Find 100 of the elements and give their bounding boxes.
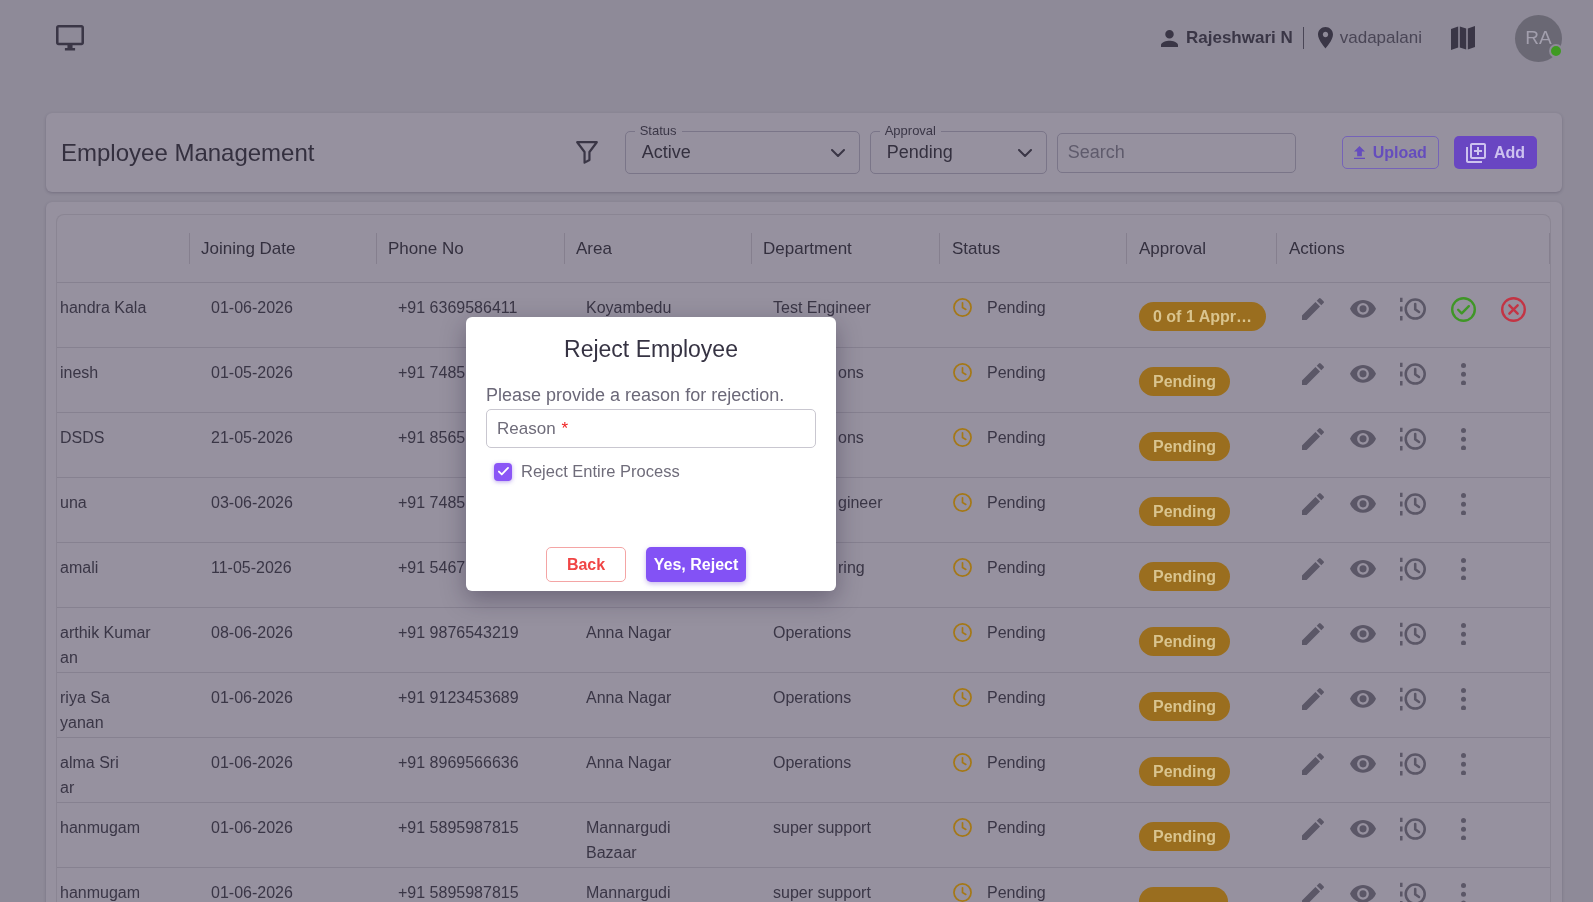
history-icon[interactable] [1400, 556, 1426, 582]
kebab-menu-icon[interactable] [1460, 687, 1466, 711]
eye-icon[interactable] [1350, 755, 1376, 773]
history-icon[interactable] [1400, 881, 1426, 902]
clock-icon [953, 363, 972, 382]
eye-icon[interactable] [1350, 495, 1376, 513]
history-icon[interactable] [1400, 426, 1426, 452]
reason-field[interactable]: Reason * [486, 409, 816, 448]
pencil-icon[interactable] [1302, 883, 1324, 902]
column-header[interactable]: Phone No [388, 238, 464, 259]
joining-date: 01-05-2026 [211, 363, 293, 383]
phone-number: +91 9876543219 [398, 623, 519, 643]
history-icon[interactable] [1400, 296, 1426, 322]
kebab-menu-icon[interactable] [1460, 752, 1466, 776]
eye-icon[interactable] [1350, 300, 1376, 318]
status-text: Pending [987, 363, 1046, 383]
kebab-menu-icon[interactable] [1460, 492, 1466, 516]
eye-icon[interactable] [1350, 885, 1376, 902]
map-icon[interactable] [1451, 26, 1475, 50]
checkbox[interactable] [494, 462, 512, 481]
clock-icon [953, 623, 972, 642]
eye-icon[interactable] [1350, 560, 1376, 578]
clock-icon [953, 298, 972, 317]
status-text: Pending [987, 428, 1046, 448]
department-name: Operations [773, 753, 852, 773]
filter-icon[interactable] [575, 141, 598, 164]
joining-date: 01-06-2026 [211, 883, 293, 902]
clock-icon [953, 558, 972, 577]
employee-name: inesh [60, 363, 99, 383]
pencil-icon[interactable] [1302, 623, 1324, 645]
pencil-icon[interactable] [1302, 298, 1324, 320]
phone-number: +91 8969566636 [398, 753, 519, 773]
history-icon[interactable] [1400, 686, 1426, 712]
chevron-down-icon [830, 148, 845, 157]
eye-icon[interactable] [1350, 625, 1376, 643]
kebab-menu-icon[interactable] [1460, 817, 1466, 841]
phone-number: +91 5895987815 [398, 818, 519, 838]
pencil-icon[interactable] [1302, 688, 1324, 710]
person-icon [1161, 29, 1178, 47]
approval-badge: Pending [1139, 757, 1231, 786]
check-circle-icon[interactable] [1450, 296, 1476, 322]
status-text: Pending [987, 623, 1046, 643]
department-name: super support [773, 883, 871, 902]
kebab-menu-icon[interactable] [1460, 362, 1466, 386]
approval-badge: Pending [1139, 822, 1231, 851]
joining-date: 01-06-2026 [211, 753, 293, 773]
joining-date: 01-06-2026 [211, 818, 293, 838]
clock-icon [953, 818, 972, 837]
kebab-menu-icon[interactable] [1460, 427, 1466, 451]
checkbox-label[interactable]: Reject Entire Process [521, 462, 680, 481]
column-header[interactable]: Area [576, 238, 612, 259]
column-header[interactable]: Joining Date [201, 238, 296, 259]
eye-icon[interactable] [1350, 690, 1376, 708]
add-button[interactable]: Add [1453, 136, 1537, 169]
chevron-down-icon [1017, 148, 1032, 157]
location-name: vadapalani [1339, 28, 1422, 48]
history-icon[interactable] [1400, 816, 1426, 842]
kebab-menu-icon[interactable] [1460, 622, 1466, 646]
department-name: Test Engineer [773, 298, 871, 318]
pencil-icon[interactable] [1302, 428, 1324, 450]
pencil-icon[interactable] [1302, 753, 1324, 775]
pencil-icon[interactable] [1302, 493, 1324, 515]
kebab-menu-icon[interactable] [1460, 557, 1466, 581]
location-pin-icon [1317, 27, 1333, 49]
area-name: Koyambedu [586, 298, 672, 318]
employee-name: riya Sa yanan [60, 688, 110, 733]
pencil-icon[interactable] [1302, 558, 1324, 580]
kebab-menu-icon[interactable] [1460, 882, 1466, 902]
status-text: Pending [987, 558, 1046, 578]
eye-icon[interactable] [1350, 820, 1376, 838]
history-icon[interactable] [1400, 621, 1426, 647]
confirm-button[interactable]: Yes, Reject [646, 547, 746, 582]
phone-number: +91 5895987815 [398, 883, 519, 902]
joining-date: 21-05-2026 [211, 428, 293, 448]
eye-icon[interactable] [1350, 430, 1376, 448]
employee-name: hanmugam [60, 818, 141, 838]
department-name: ons [838, 363, 864, 383]
back-button[interactable]: Back [546, 547, 626, 582]
area-name: Mannargudi Bazaar [586, 818, 672, 863]
history-icon[interactable] [1400, 751, 1426, 777]
column-header[interactable]: Status [952, 238, 1001, 259]
employee-name: handra Kala [60, 298, 147, 318]
pencil-icon[interactable] [1302, 818, 1324, 840]
column-header[interactable]: Approval [1139, 238, 1207, 259]
x-circle-icon[interactable] [1500, 296, 1526, 322]
column-header[interactable]: Actions [1289, 238, 1345, 259]
joining-date: 03-06-2026 [211, 493, 293, 513]
monitor-icon[interactable] [56, 25, 84, 51]
approval-badge: 0 of 1 Appr… [1139, 302, 1266, 331]
joining-date: 08-06-2026 [211, 623, 293, 643]
department-name: Operations [773, 623, 852, 643]
employee-name: amali [60, 558, 99, 578]
employee-name: DSDS [60, 428, 105, 448]
clock-icon [953, 883, 972, 902]
eye-icon[interactable] [1350, 365, 1376, 383]
joining-date: 01-06-2026 [211, 688, 293, 708]
history-icon[interactable] [1400, 361, 1426, 387]
history-icon[interactable] [1400, 491, 1426, 517]
pencil-icon[interactable] [1302, 363, 1324, 385]
column-header[interactable]: Department [763, 238, 852, 259]
